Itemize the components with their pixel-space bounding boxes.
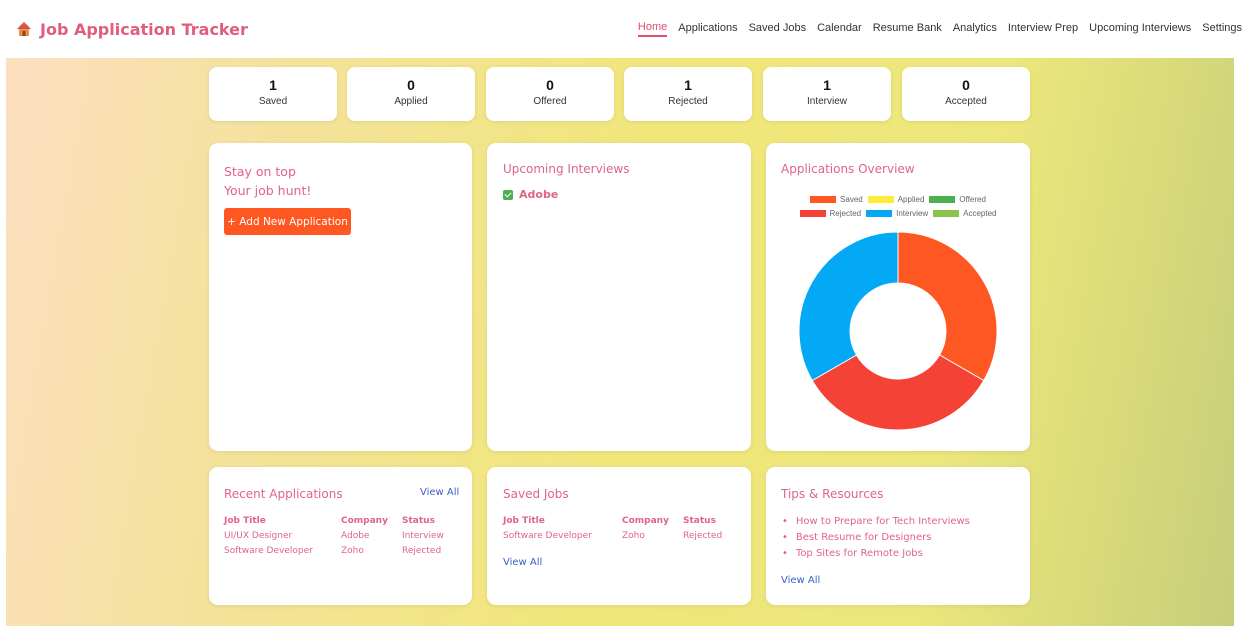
nav-interview-prep[interactable]: Interview Prep — [1008, 22, 1078, 36]
interview-company: Adobe — [519, 188, 559, 201]
col-header-job-title: Job Title — [503, 516, 545, 526]
hero-heading-line2: Your job hunt! — [224, 183, 312, 198]
stat-label: Offered — [533, 96, 567, 107]
app-title: Job Application Tracker — [40, 19, 248, 39]
tip-link[interactable]: Top Sites for Remote Jobs — [782, 548, 923, 559]
interview-item[interactable]: Adobe — [503, 188, 735, 201]
nav-applications[interactable]: Applications — [678, 22, 737, 36]
applications-overview-card: Applications Overview Saved Applied Offe… — [766, 143, 1030, 451]
applications-donut-chart — [798, 231, 998, 431]
top-header: Job Application Tracker Home Application… — [0, 0, 1256, 58]
stat-value: 1 — [269, 77, 277, 93]
recent-applications-title: Recent Applications — [224, 487, 343, 501]
saved-view-all-link[interactable]: View All — [503, 557, 542, 568]
stat-label: Saved — [258, 96, 288, 107]
nav-home[interactable]: Home — [637, 21, 668, 37]
nav-upcoming-interviews[interactable]: Upcoming Interviews — [1089, 22, 1191, 36]
hero-card: Stay on top Your job hunt! + Add New App… — [209, 143, 472, 451]
nav-settings[interactable]: Settings — [1202, 22, 1242, 36]
table-cell[interactable]: UI/UX Designer — [224, 531, 292, 541]
stat-value: 0 — [546, 77, 554, 93]
saved-jobs-card: Saved Jobs Job Title Company Status Soft… — [487, 467, 751, 605]
nav-saved-jobs[interactable]: Saved Jobs — [749, 22, 806, 36]
main-nav: Home Applications Saved Jobs Calendar Re… — [637, 21, 1242, 37]
tips-resources-title: Tips & Resources — [781, 487, 884, 501]
nav-analytics[interactable]: Analytics — [953, 22, 997, 36]
stat-value: 1 — [684, 77, 692, 93]
brand[interactable]: Job Application Tracker — [16, 20, 248, 39]
tip-link[interactable]: Best Resume for Designers — [782, 532, 932, 543]
stat-card-saved[interactable]: 1 Saved — [209, 67, 337, 121]
col-header-status: Status — [402, 516, 435, 526]
hero-heading-line1: Stay on top — [224, 164, 296, 179]
checkbox-checked-icon — [503, 189, 513, 200]
tips-resources-card: Tips & Resources How to Prepare for Tech… — [766, 467, 1030, 605]
stat-card-accepted[interactable]: 0 Accepted — [902, 67, 1030, 121]
donut-slice-saved[interactable] — [897, 231, 998, 382]
col-header-job-title: Job Title — [224, 516, 266, 526]
stat-value: 0 — [407, 77, 415, 93]
col-header-company: Company — [341, 516, 388, 526]
table-cell[interactable]: Software Developer — [224, 546, 313, 556]
recent-applications-card: Recent Applications View All Job Title C… — [209, 467, 472, 605]
recent-view-all-link[interactable]: View All — [420, 487, 459, 498]
tip-link[interactable]: How to Prepare for Tech Interviews — [782, 516, 970, 527]
table-cell: Interview — [402, 531, 444, 541]
nav-calendar[interactable]: Calendar — [817, 22, 862, 36]
stat-card-offered[interactable]: 0 Offered — [486, 67, 614, 121]
saved-jobs-title: Saved Jobs — [503, 487, 569, 501]
stat-label: Rejected — [668, 96, 708, 107]
stat-label: Accepted — [945, 96, 987, 107]
stat-card-applied[interactable]: 0 Applied — [347, 67, 475, 121]
stat-value: 1 — [823, 77, 831, 93]
add-new-application-button[interactable]: + Add New Application — [224, 208, 351, 235]
stat-label: Applied — [394, 96, 428, 107]
donut-slice-rejected[interactable] — [811, 354, 985, 431]
house-icon — [17, 22, 31, 36]
table-cell: Rejected — [402, 546, 442, 556]
table-cell: Zoho — [341, 546, 364, 556]
upcoming-interviews-title: Upcoming Interviews — [503, 162, 630, 176]
table-cell: Rejected — [683, 531, 723, 541]
upcoming-interviews-card: Upcoming Interviews Adobe — [487, 143, 751, 451]
table-cell: Zoho — [622, 531, 645, 541]
tips-view-all-link[interactable]: View All — [781, 575, 820, 586]
nav-resume-bank[interactable]: Resume Bank — [873, 22, 942, 36]
donut-slice-interview[interactable] — [798, 231, 899, 382]
stat-card-interview[interactable]: 1 Interview — [763, 67, 891, 121]
stat-card-rejected[interactable]: 1 Rejected — [624, 67, 752, 121]
col-header-company: Company — [622, 516, 669, 526]
table-cell[interactable]: Software Developer — [503, 531, 592, 541]
stat-label: Interview — [806, 96, 847, 107]
col-header-status: Status — [683, 516, 716, 526]
stat-value: 0 — [962, 77, 970, 93]
table-cell: Adobe — [341, 531, 370, 541]
